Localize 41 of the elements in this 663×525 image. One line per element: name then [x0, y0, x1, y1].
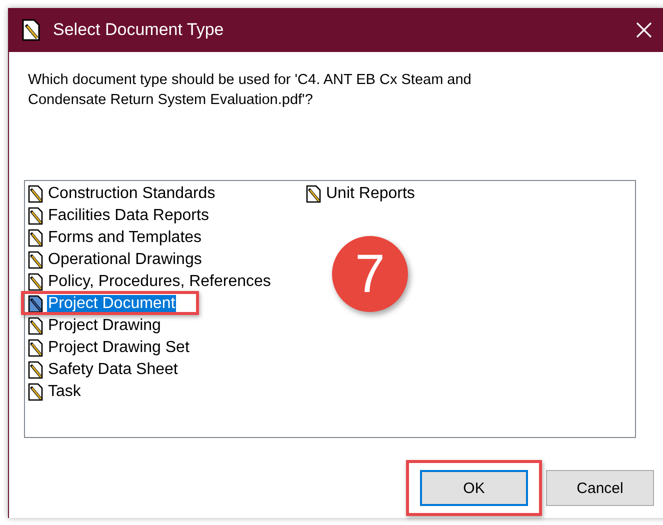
item-label: Policy, Procedures, References — [47, 273, 272, 291]
item-label: Forms and Templates — [47, 229, 203, 247]
list-item[interactable]: Policy, Procedures, References — [26, 271, 304, 293]
item-label: Safety Data Sheet — [47, 361, 179, 379]
list-item[interactable]: Facilities Data Reports — [26, 205, 304, 227]
list-item[interactable]: Project Drawing Set — [26, 337, 304, 359]
document-pencil-icon — [28, 229, 44, 247]
document-pencil-icon — [28, 339, 44, 357]
document-pencil-icon — [28, 295, 44, 313]
document-type-list[interactable] — [24, 180, 636, 438]
document-pencil-icon — [28, 251, 44, 269]
item-label: Facilities Data Reports — [47, 207, 210, 225]
window-title: Select Document Type — [53, 20, 225, 40]
item-label: Project Drawing Set — [47, 339, 190, 357]
item-label: Task — [47, 383, 82, 401]
document-pencil-icon — [306, 185, 322, 203]
document-pencil-icon — [28, 207, 44, 225]
list-item[interactable]: Construction Standards — [26, 183, 304, 205]
list-item[interactable]: Safety Data Sheet — [26, 359, 304, 381]
document-pencil-icon — [21, 19, 41, 41]
document-pencil-icon — [28, 317, 44, 335]
step-badge: 7 — [332, 236, 408, 312]
document-pencil-icon — [28, 185, 44, 203]
prompt-text: Which document type should be used for 'C4. ANT EB Cx Steam and Condensate Return System Evaluation.pdf'? — [28, 71, 472, 110]
list-item[interactable]: Project Drawing — [26, 315, 304, 337]
list-item[interactable]: Project Document — [26, 293, 304, 315]
close-icon[interactable] — [636, 22, 652, 38]
dialog-button[interactable]: OK — [420, 470, 528, 506]
item-label: Project Drawing — [47, 317, 162, 335]
list-item[interactable]: Operational Drawings — [26, 249, 304, 271]
document-pencil-icon — [28, 273, 44, 291]
list-item[interactable]: Unit Reports — [304, 183, 564, 205]
dialog-button[interactable]: Cancel — [546, 470, 654, 506]
list-item[interactable]: Task — [26, 381, 304, 403]
item-label: Construction Standards — [47, 185, 216, 203]
item-label: Project Document — [47, 295, 176, 313]
item-label: Unit Reports — [325, 185, 416, 203]
item-label: Operational Drawings — [47, 251, 203, 269]
list-item[interactable]: Forms and Templates — [26, 227, 304, 249]
document-pencil-icon — [28, 361, 44, 379]
document-pencil-icon — [28, 383, 44, 401]
